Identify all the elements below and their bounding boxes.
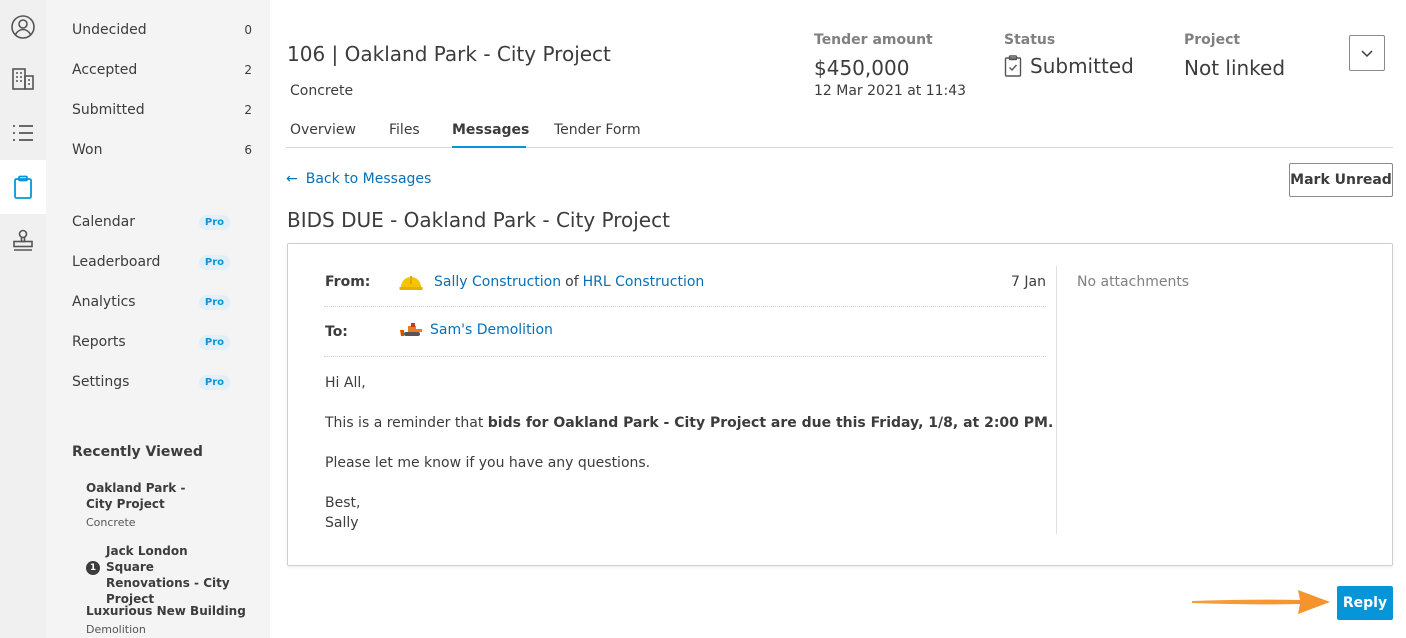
message-card: From: Sally Construction of HRL Construc… — [287, 243, 1393, 566]
rail-profile[interactable] — [0, 0, 46, 54]
from-of: of — [565, 274, 579, 290]
project-label: Project — [1184, 32, 1241, 48]
recent-item-sub: Concrete — [86, 516, 136, 529]
arrow-left-icon: ← — [286, 171, 298, 187]
stamp-icon — [13, 229, 33, 251]
user-circle-icon — [11, 15, 35, 39]
sidebar-item-count: 0 — [244, 23, 252, 37]
tab-bar: Overview Files Messages Tender Form — [286, 112, 1393, 148]
recent-count-badge: 1 — [86, 561, 100, 575]
from-label: From: — [325, 274, 371, 290]
sidebar-item-accepted[interactable]: Accepted 2 — [72, 60, 252, 80]
tab-files[interactable]: Files — [389, 122, 420, 148]
tab-overview[interactable]: Overview — [290, 122, 356, 148]
icon-rail — [0, 0, 46, 638]
to-label: To: — [325, 324, 348, 340]
recipient-name-link[interactable]: Sam's Demolition — [430, 322, 553, 338]
pro-badge: Pro — [198, 294, 230, 310]
recently-viewed-heading: Recently Viewed — [72, 444, 203, 460]
sidebar-item-won[interactable]: Won 6 — [72, 140, 252, 160]
clipboard-icon — [14, 175, 32, 199]
pro-badge: Pro — [198, 214, 230, 230]
tab-tender-form[interactable]: Tender Form — [554, 122, 641, 148]
project-value: Not linked — [1184, 56, 1286, 80]
attachments-status: No attachments — [1077, 274, 1190, 290]
back-to-messages-link[interactable]: ← Back to Messages — [286, 171, 431, 187]
sidebar-item-calendar[interactable]: Calendar Pro — [72, 212, 252, 232]
recent-item-oakland-park[interactable]: Oakland Park - City Project — [86, 480, 216, 512]
sidebar-item-submitted[interactable]: Submitted 2 — [72, 100, 252, 120]
rail-companies[interactable] — [0, 52, 46, 106]
sidebar-item-reports[interactable]: Reports Pro — [72, 332, 252, 352]
arrow-right-icon — [1192, 590, 1330, 614]
to-line: Sam's Demolition — [400, 322, 553, 338]
rail-bids[interactable] — [0, 160, 46, 214]
pro-badge: Pro — [198, 254, 230, 270]
sidebar-item-count: 6 — [244, 143, 252, 157]
sidebar: Undecided 0 Accepted 2 Submitted 2 Won 6… — [46, 0, 270, 638]
status-value: Submitted — [1030, 54, 1134, 78]
bulldozer-icon — [400, 323, 422, 336]
sidebar-item-count: 2 — [244, 103, 252, 117]
status-label: Status — [1004, 32, 1056, 48]
sender-name-link[interactable]: Sally Construction — [434, 274, 561, 290]
sidebar-item-label: Settings — [72, 374, 130, 390]
sidebar-item-label: Analytics — [72, 294, 136, 310]
sidebar-item-undecided[interactable]: Undecided 0 — [72, 20, 252, 40]
sidebar-item-label: Submitted — [72, 102, 145, 118]
tender-amount-label: Tender amount — [814, 32, 933, 48]
message-line-2: Please let me know if you have any quest… — [325, 455, 651, 471]
message-date: 7 Jan — [1011, 274, 1046, 290]
message-signoff: Best, — [325, 495, 361, 511]
back-link-label: Back to Messages — [305, 171, 432, 187]
actions-dropdown-button[interactable] — [1349, 35, 1385, 71]
tab-messages[interactable]: Messages — [452, 122, 529, 148]
from-line: Sally Construction of HRL Construction — [398, 270, 704, 294]
sender-company-link[interactable]: HRL Construction — [583, 274, 705, 290]
building-icon — [12, 68, 34, 90]
tender-date: 12 Mar 2021 at 11:43 a... — [814, 83, 969, 99]
reply-button[interactable]: Reply — [1337, 586, 1393, 620]
vertical-divider — [1056, 266, 1057, 534]
sidebar-item-label: Leaderboard — [72, 254, 161, 270]
rail-list[interactable] — [0, 106, 46, 160]
chevron-down-icon — [1361, 50, 1373, 58]
hard-hat-icon — [399, 276, 423, 290]
list-icon — [13, 125, 33, 141]
divider — [324, 356, 1046, 357]
message-greeting: Hi All, — [325, 375, 366, 391]
rail-stamp[interactable] — [0, 214, 46, 268]
page-subtitle: Concrete — [290, 83, 354, 99]
sidebar-item-count: 2 — [244, 63, 252, 77]
pro-badge: Pro — [198, 334, 230, 350]
page-title: 106 | Oakland Park - City Project — [287, 42, 611, 66]
sidebar-item-label: Undecided — [72, 22, 147, 38]
sidebar-item-label: Calendar — [72, 214, 135, 230]
message-line-1-text: This is a reminder that — [325, 415, 488, 431]
clipboard-check-icon — [1004, 55, 1022, 77]
message-subject: BIDS DUE - Oakland Park - City Project — [287, 208, 670, 232]
sidebar-item-label: Won — [72, 142, 103, 158]
sidebar-item-settings[interactable]: Settings Pro — [72, 372, 252, 392]
mark-unread-button[interactable]: Mark Unread — [1289, 163, 1393, 197]
tender-amount-value: $450,000 — [814, 56, 910, 80]
sidebar-item-analytics[interactable]: Analytics Pro — [72, 292, 252, 312]
status-display: Submitted — [1004, 54, 1134, 78]
message-line-1-bold: bids for Oakland Park - City Project are… — [487, 415, 1054, 431]
recent-item-luxurious-building[interactable]: Luxurious New Building — [86, 603, 256, 619]
recent-item-sub: Demolition — [86, 623, 146, 636]
divider — [324, 306, 1046, 307]
sidebar-item-label: Reports — [72, 334, 126, 350]
message-line-1: This is a reminder that bids for Oakland… — [325, 413, 1053, 433]
recent-item-jack-london[interactable]: Jack London Square Renovations - City Pr… — [106, 543, 236, 607]
pro-badge: Pro — [198, 374, 230, 390]
sidebar-item-leaderboard[interactable]: Leaderboard Pro — [72, 252, 252, 272]
sidebar-item-label: Accepted — [72, 62, 138, 78]
message-signature: Sally — [325, 515, 359, 531]
